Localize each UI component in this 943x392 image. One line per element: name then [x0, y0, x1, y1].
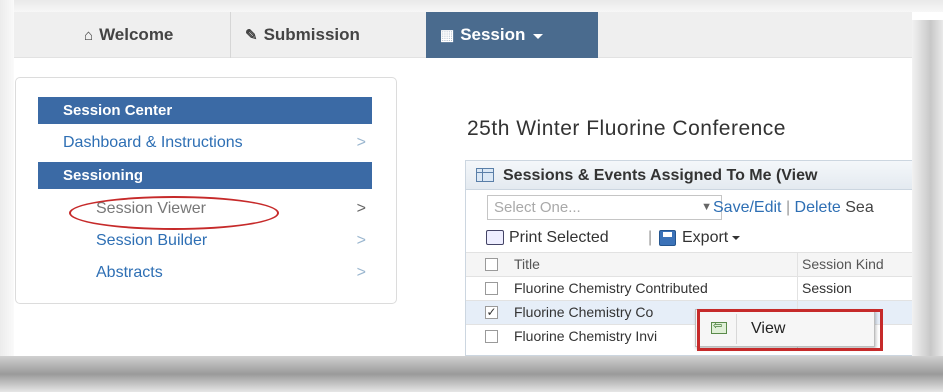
- screenshot-frame-left: [0, 0, 14, 392]
- tab-session-label: Session: [460, 25, 526, 44]
- sidebar-item-label: Abstracts: [96, 264, 163, 281]
- page-title: 25th Winter Fluorine Conference: [467, 117, 786, 140]
- chevron-right-icon: >: [356, 200, 366, 217]
- chevron-down-icon: [732, 235, 741, 240]
- sidebar: Session Center Dashboard & Instructions …: [15, 77, 397, 304]
- panel-title: Sessions & Events Assigned To Me (View: [503, 167, 818, 184]
- separator: |: [648, 229, 653, 246]
- table-header-row: Title Session Kind: [466, 252, 912, 276]
- print-export-toolbar: Print Selected | Export: [466, 224, 912, 252]
- sidebar-item-dashboard[interactable]: Dashboard & Instructions >: [38, 128, 372, 158]
- screenshot-frame-right: [912, 20, 943, 392]
- sidebar-header-session-center: Session Center: [38, 97, 372, 124]
- action-toolbar: Select One... ▼ Save/Edit | Delete Sea: [466, 190, 912, 224]
- row-checkbox[interactable]: [485, 282, 498, 295]
- tab-submission[interactable]: ✎ Submission: [230, 12, 374, 58]
- select-all-checkbox[interactable]: [485, 258, 498, 271]
- table-row[interactable]: Fluorine Chemistry Contributed Session: [466, 276, 912, 300]
- screenshot-frame-top: [0, 0, 943, 12]
- export-label: Export: [682, 229, 729, 246]
- chevron-right-icon: >: [356, 264, 366, 281]
- column-header-title[interactable]: Title: [514, 253, 794, 276]
- row-session-kind: Session: [797, 277, 907, 300]
- export-button[interactable]: Export: [682, 224, 741, 252]
- row-checkbox[interactable]: ✓: [485, 306, 498, 319]
- chevron-right-icon: >: [356, 232, 366, 249]
- print-selected-button[interactable]: Print Selected: [509, 224, 609, 252]
- sidebar-item-session-builder[interactable]: Session Builder >: [38, 226, 372, 256]
- row-checkbox[interactable]: [485, 330, 498, 343]
- sidebar-item-label: Dashboard & Instructions: [63, 134, 243, 151]
- sidebar-item-abstracts[interactable]: Abstracts >: [38, 258, 372, 288]
- chevron-down-icon: ▼: [701, 201, 712, 213]
- app-screen: ⌂ Welcome ✎ Submission ▦ Session Session…: [14, 12, 912, 356]
- table-icon: [476, 168, 494, 182]
- toolbar-links: Save/Edit | Delete Sea: [713, 195, 874, 220]
- separator: |: [785, 199, 791, 216]
- tab-welcome-label: Welcome: [99, 25, 174, 44]
- sidebar-header-sessioning: Sessioning: [38, 162, 372, 189]
- screenshot-frame-bottom: [0, 356, 943, 392]
- action-select[interactable]: Select One... ▼: [487, 195, 722, 220]
- tab-submission-label: Submission: [263, 25, 360, 44]
- top-navigation: ⌂ Welcome ✎ Submission ▦ Session: [14, 12, 912, 58]
- panel-header: Sessions & Events Assigned To Me (View: [466, 161, 912, 190]
- search-label: Sea: [845, 199, 874, 216]
- row-title: Fluorine Chemistry Contributed: [514, 280, 708, 296]
- sidebar-item-label: Session Builder: [96, 232, 208, 249]
- calendar-icon: ▦: [440, 27, 455, 44]
- column-header-session-kind[interactable]: Session Kind: [797, 253, 907, 276]
- chevron-right-icon: >: [356, 134, 366, 151]
- printer-icon: [486, 230, 504, 245]
- session-viewer-highlight-ellipse: [69, 196, 279, 230]
- delete-link[interactable]: Delete: [795, 199, 841, 216]
- view-highlight-box: [697, 309, 883, 351]
- action-select-placeholder: Select One...: [494, 199, 581, 216]
- floppy-disk-icon: [659, 230, 676, 246]
- tab-session[interactable]: ▦ Session: [426, 12, 598, 58]
- home-icon: ⌂: [84, 26, 94, 44]
- chevron-down-icon: [533, 34, 544, 39]
- save-edit-link[interactable]: Save/Edit: [713, 199, 781, 216]
- pencil-icon: ✎: [245, 27, 258, 44]
- tab-welcome[interactable]: ⌂ Welcome: [70, 12, 187, 58]
